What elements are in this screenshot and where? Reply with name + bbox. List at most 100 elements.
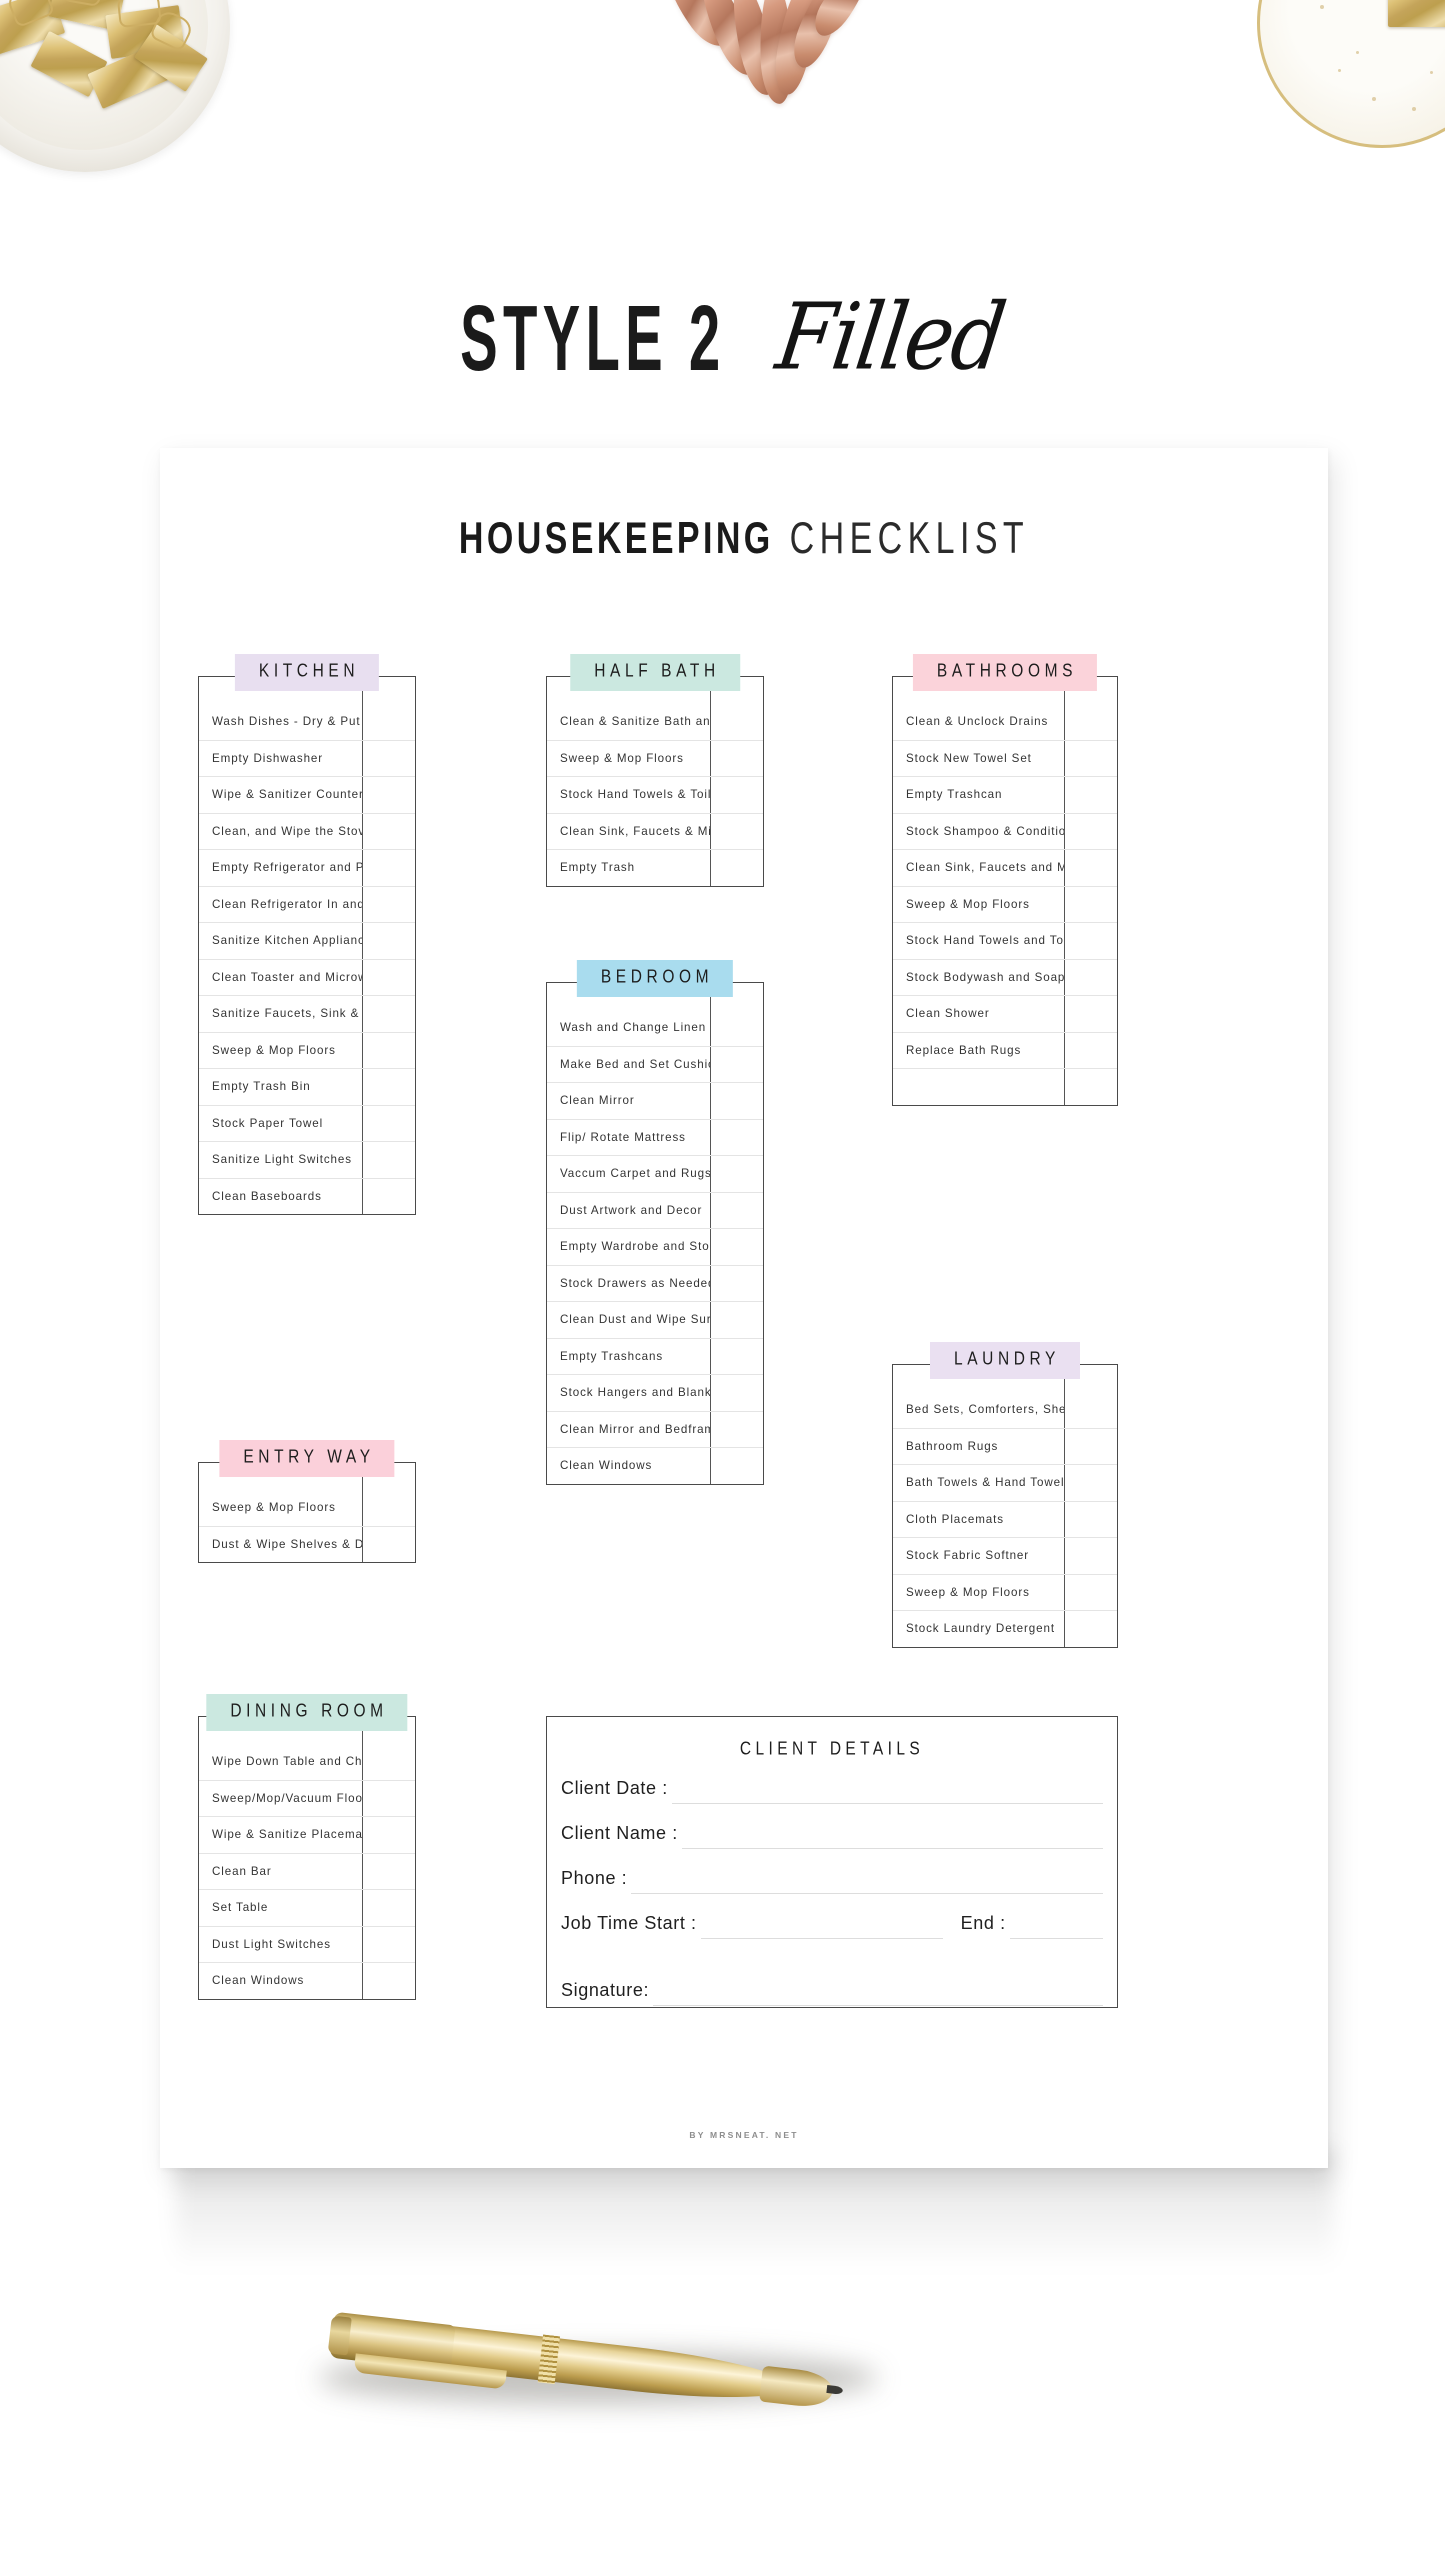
table-row[interactable]: Stock Bodywash and Soap [893, 958, 1117, 995]
checkbox-cell[interactable] [362, 703, 415, 740]
table-row[interactable]: Empty Trashcan [893, 776, 1117, 813]
checkbox-cell[interactable] [710, 777, 763, 813]
client-date-row[interactable]: Client Date : [561, 1759, 1103, 1804]
table-row[interactable]: Wipe Down Table and Chairs [199, 1743, 415, 1780]
checkbox-cell[interactable] [362, 996, 415, 1032]
table-row[interactable]: Empty Trash Bin [199, 1068, 415, 1105]
table-row[interactable]: Stock Laundry Detergent [893, 1610, 1117, 1647]
table-row[interactable]: Clean Baseboards [199, 1177, 415, 1214]
table-row[interactable]: Bed Sets, Comforters, Sheets [893, 1391, 1117, 1428]
checkbox-cell[interactable] [710, 1192, 763, 1228]
table-row[interactable]: Clean, and Wipe the Stovetop [199, 812, 415, 849]
table-row[interactable]: Sanitize Light Switches [199, 1141, 415, 1178]
table-row[interactable]: Make Bed and Set Cushions [547, 1045, 763, 1082]
checkbox-cell[interactable] [362, 923, 415, 959]
checkbox-cell[interactable] [362, 1853, 415, 1889]
table-row[interactable]: Sweep & Mop Floors [547, 739, 763, 776]
table-row[interactable]: Clean Sink, Faucets & Mirror [547, 812, 763, 849]
table-row[interactable]: Sanitize Faucets, Sink & Handles [199, 995, 415, 1032]
checkbox-cell[interactable] [710, 813, 763, 849]
checkbox-cell[interactable] [710, 1156, 763, 1192]
table-row[interactable]: Sweep & Mop Floors [893, 885, 1117, 922]
table-row[interactable]: Sweep/Mop/Vacuum Floors [199, 1779, 415, 1816]
checkbox-cell[interactable] [1064, 959, 1117, 995]
table-row[interactable]: Clean Shower [893, 995, 1117, 1032]
checkbox-cell[interactable] [362, 813, 415, 849]
checkbox-cell[interactable] [710, 703, 763, 740]
table-row[interactable]: Wash Dishes - Dry & Put Away [199, 703, 415, 740]
job-time-start-input[interactable] [700, 1938, 943, 1939]
table-row[interactable]: Clean Refrigerator In and Out [199, 885, 415, 922]
table-row[interactable]: Clean & Unclock Drains [893, 703, 1117, 740]
checkbox-cell[interactable] [362, 1489, 415, 1526]
checkbox-cell[interactable] [362, 1817, 415, 1853]
client-date-input[interactable] [671, 1803, 1103, 1804]
checkbox-cell[interactable] [1064, 1428, 1117, 1464]
table-row[interactable] [893, 1068, 1117, 1105]
table-row[interactable]: Sanitize Kitchen Appliances [199, 922, 415, 959]
table-row[interactable]: Empty Dishwasher [199, 739, 415, 776]
checkbox-cell[interactable] [710, 740, 763, 776]
table-row[interactable]: Replace Bath Rugs [893, 1031, 1117, 1068]
checkbox-cell[interactable] [1064, 1069, 1117, 1105]
checkbox-cell[interactable] [1064, 886, 1117, 922]
table-row[interactable]: Clean & Sanitize Bath and Toilet [547, 703, 763, 740]
checkbox-cell[interactable] [710, 1302, 763, 1338]
checkbox-cell[interactable] [1064, 813, 1117, 849]
checkbox-cell[interactable] [362, 777, 415, 813]
table-row[interactable]: Empty Trash [547, 849, 763, 886]
table-row[interactable]: Stock Hand Towels & Toilet Roll [547, 776, 763, 813]
checkbox-cell[interactable] [1064, 777, 1117, 813]
checkbox-cell[interactable] [1064, 1538, 1117, 1574]
table-row[interactable]: Clean Mirror [547, 1082, 763, 1119]
checkbox-cell[interactable] [710, 1448, 763, 1484]
phone-input[interactable] [631, 1893, 1103, 1894]
checkbox-cell[interactable] [1064, 1465, 1117, 1501]
table-row[interactable]: Wipe & Sanitize Placemats [199, 1816, 415, 1853]
checkbox-cell[interactable] [362, 959, 415, 995]
job-time-end-input[interactable] [1009, 1938, 1103, 1939]
checkbox-cell[interactable] [362, 1105, 415, 1141]
checkbox-cell[interactable] [710, 850, 763, 886]
table-row[interactable]: Empty Wardrobe and Storage [547, 1228, 763, 1265]
checkbox-cell[interactable] [1064, 850, 1117, 886]
client-name-row[interactable]: Client Name : [561, 1804, 1103, 1849]
checkbox-cell[interactable] [362, 1926, 415, 1962]
checkbox-cell[interactable] [362, 1526, 415, 1562]
table-row[interactable]: Bathroom Rugs [893, 1427, 1117, 1464]
table-row[interactable]: Wash and Change Linen [547, 1009, 763, 1046]
checkbox-cell[interactable] [1064, 703, 1117, 740]
table-row[interactable]: Stock Hangers and Blankets [547, 1374, 763, 1411]
checkbox-cell[interactable] [362, 1069, 415, 1105]
checkbox-cell[interactable] [710, 1119, 763, 1155]
signature-row[interactable]: Signature: [561, 1961, 1103, 2006]
table-row[interactable]: Cloth Placemats [893, 1500, 1117, 1537]
table-row[interactable]: Clean Mirror and Bedframe [547, 1410, 763, 1447]
table-row[interactable]: Dust Light Switches [199, 1925, 415, 1962]
table-row[interactable]: Dust Artwork and Decor [547, 1191, 763, 1228]
table-row[interactable]: Sweep & Mop Floors [893, 1573, 1117, 1610]
table-row[interactable]: Clean Windows [199, 1962, 415, 1999]
table-row[interactable]: Stock Shampoo & Conditioner [893, 812, 1117, 849]
table-row[interactable]: Clean Sink, Faucets and Mirror [893, 849, 1117, 886]
checkbox-cell[interactable] [362, 1743, 415, 1780]
checkbox-cell[interactable] [1064, 1032, 1117, 1068]
signature-input[interactable] [653, 2005, 1103, 2006]
checkbox-cell[interactable] [362, 1963, 415, 1999]
table-row[interactable]: Sweep & Mop Floors [199, 1489, 415, 1526]
checkbox-cell[interactable] [710, 1046, 763, 1082]
checkbox-cell[interactable] [362, 740, 415, 776]
checkbox-cell[interactable] [710, 1229, 763, 1265]
checkbox-cell[interactable] [362, 1780, 415, 1816]
table-row[interactable]: Stock New Towel Set [893, 739, 1117, 776]
checkbox-cell[interactable] [1064, 1501, 1117, 1537]
job-time-row[interactable]: Job Time Start : End : [561, 1894, 1103, 1939]
table-row[interactable]: Bath Towels & Hand Towels [893, 1464, 1117, 1501]
checkbox-cell[interactable] [710, 1338, 763, 1374]
table-row[interactable]: Clean Dust and Wipe Surfaces [547, 1301, 763, 1338]
phone-row[interactable]: Phone : [561, 1849, 1103, 1894]
table-row[interactable]: Flip/ Rotate Mattress [547, 1118, 763, 1155]
checkbox-cell[interactable] [362, 1142, 415, 1178]
checkbox-cell[interactable] [710, 1083, 763, 1119]
table-row[interactable]: Dust & Wipe Shelves & Door [199, 1525, 415, 1562]
